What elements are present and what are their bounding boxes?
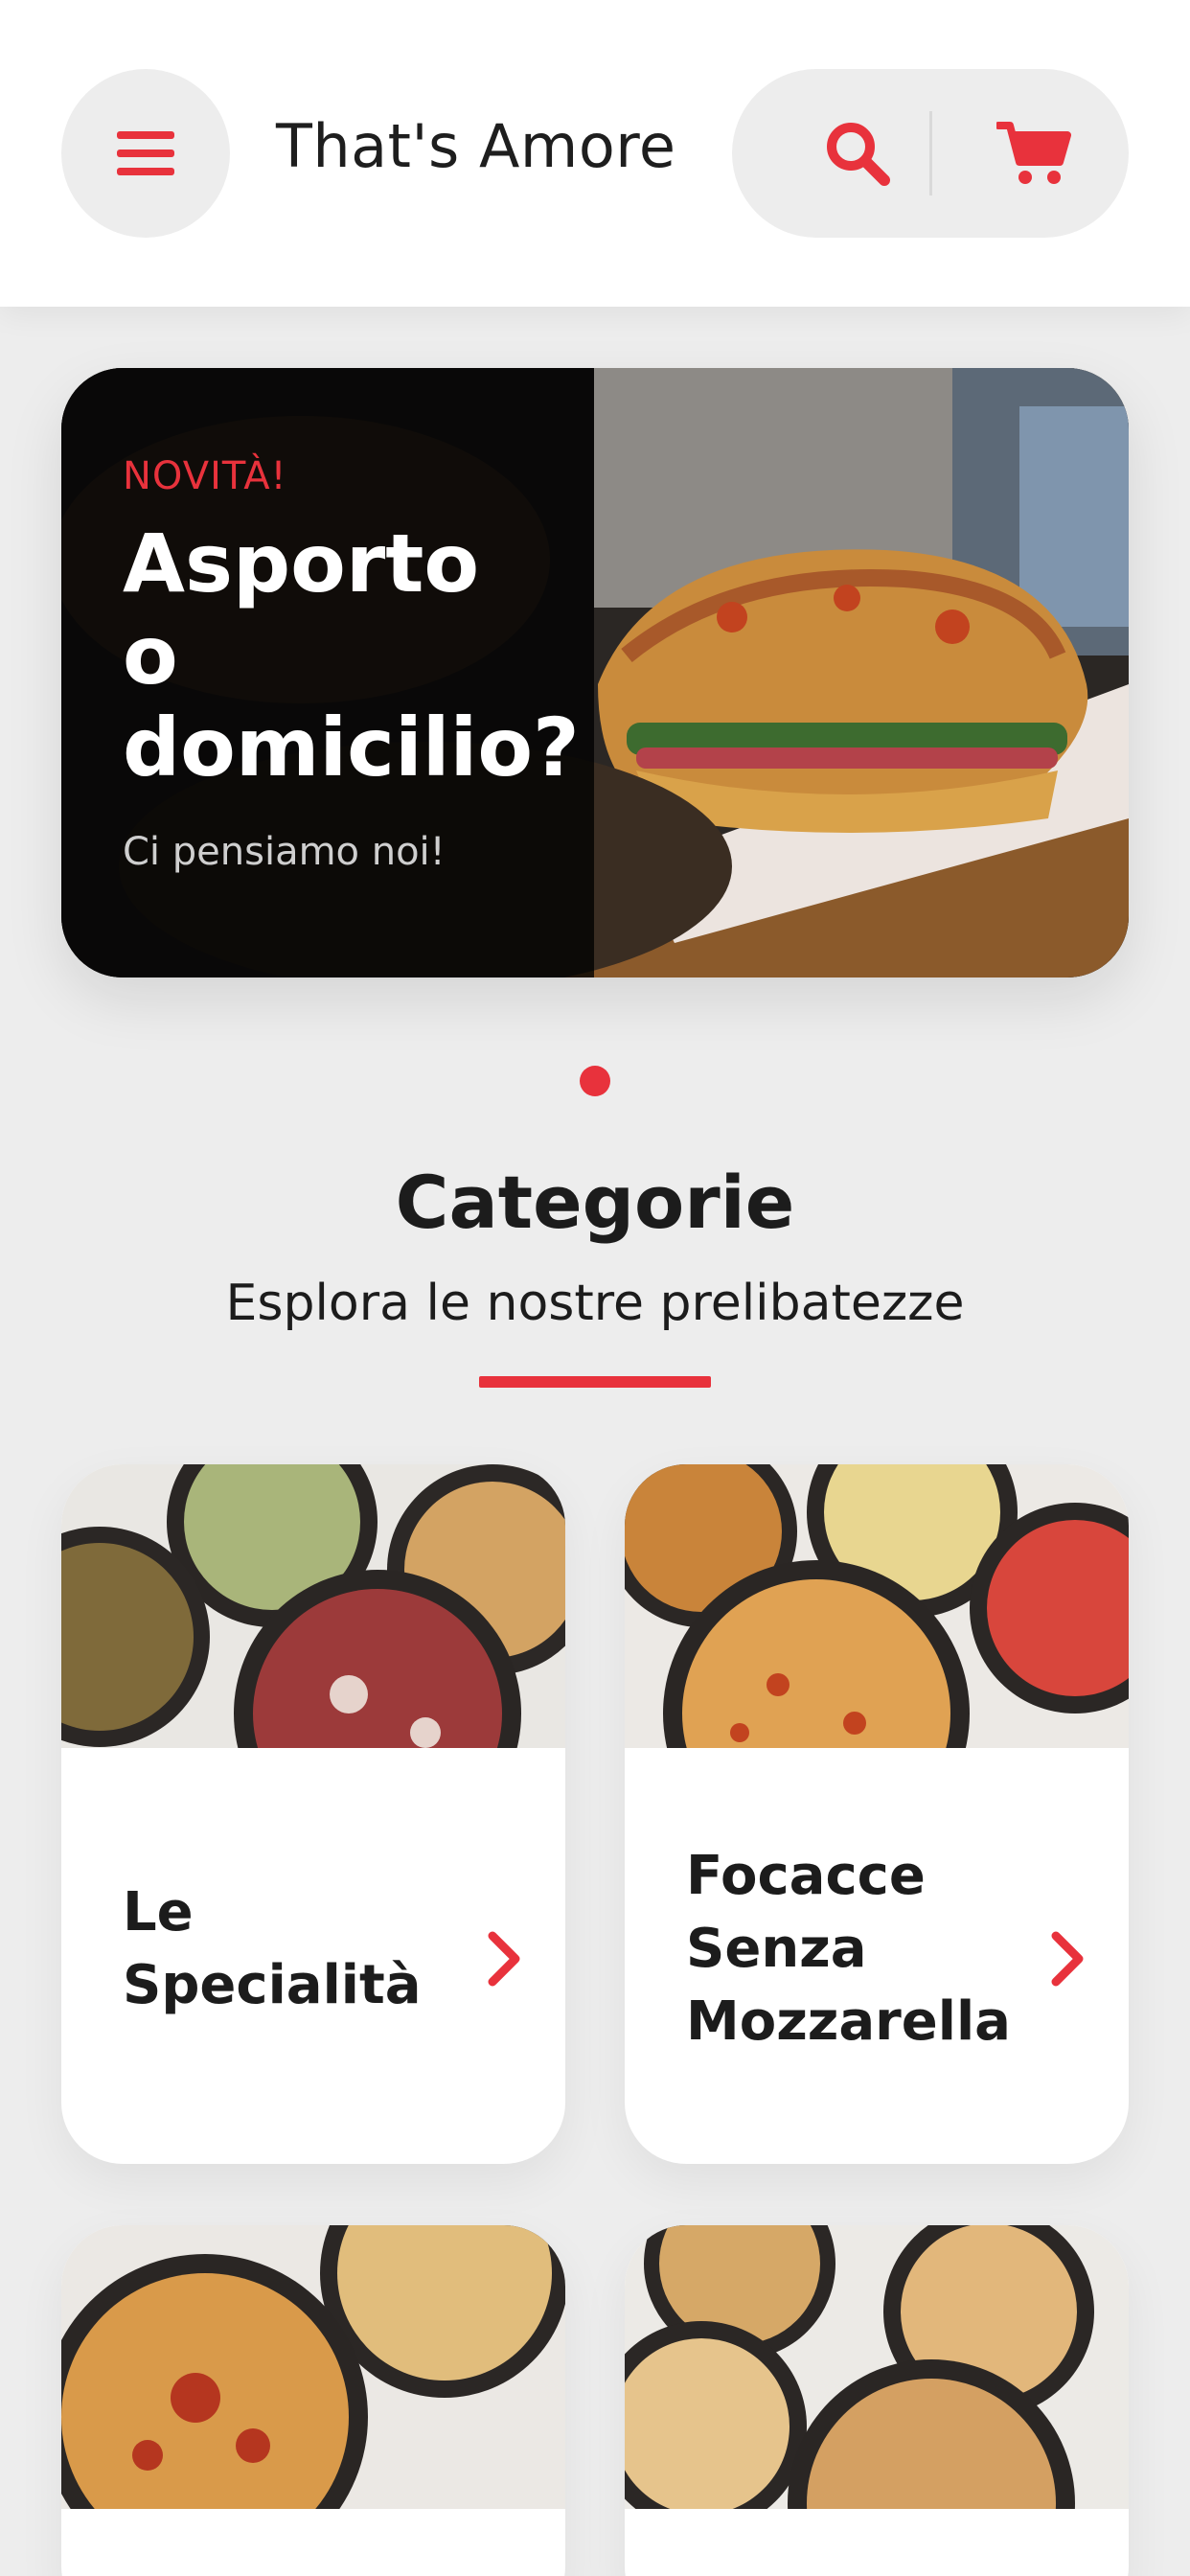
category-label: Le Specialità: [123, 1881, 422, 2016]
category-card[interactable]: [61, 2225, 565, 2576]
category-image: [625, 1464, 1129, 1748]
banner-kicker: NOVITÀ!: [123, 454, 287, 498]
section-subtitle: Esplora le nostre prelibatezze: [225, 1275, 965, 1332]
cart-icon: [996, 122, 1071, 184]
category-card[interactable]: [625, 2225, 1129, 2576]
app-title: That's Amore: [276, 111, 676, 181]
cart-button[interactable]: [962, 69, 1106, 238]
app-header: That's Amore: [0, 0, 1190, 307]
banner-title: Asporto o domicilio?: [123, 518, 583, 794]
menu-button[interactable]: [61, 69, 230, 238]
category-image: [61, 2225, 565, 2509]
category-image: [625, 2225, 1129, 2509]
section-title: Categorie: [395, 1160, 795, 1245]
home-screen: That's Amore NOVITÀ! Asporto o domicilio…: [0, 0, 1190, 2576]
promo-banner[interactable]: NOVITÀ! Asporto o domicilio? Ci pensiamo…: [61, 368, 1129, 978]
banner-title-line: domicilio?: [123, 701, 580, 794]
chevron-right-icon: [1042, 1924, 1092, 1993]
search-icon: [827, 123, 890, 186]
header-actions: [732, 69, 1129, 238]
header-actions-divider: [929, 111, 932, 196]
hamburger-menu-icon: [117, 131, 174, 175]
banner-title-line: Asporto: [123, 517, 480, 610]
banner-title-line: o: [123, 609, 178, 702]
carousel-dot-active[interactable]: [580, 1066, 610, 1096]
banner-subtitle: Ci pensiamo noi!: [123, 830, 446, 874]
search-button[interactable]: [786, 69, 929, 238]
category-card-le-specialita[interactable]: Le Specialità: [61, 1464, 565, 2164]
category-label: Focacce Senza Mozzarella: [686, 1845, 1011, 2053]
category-image: [61, 1464, 565, 1748]
chevron-right-icon: [479, 1924, 529, 1993]
category-card-focacce-senza-mozzarella[interactable]: Focacce Senza Mozzarella: [625, 1464, 1129, 2164]
section-underline: [479, 1376, 711, 1388]
